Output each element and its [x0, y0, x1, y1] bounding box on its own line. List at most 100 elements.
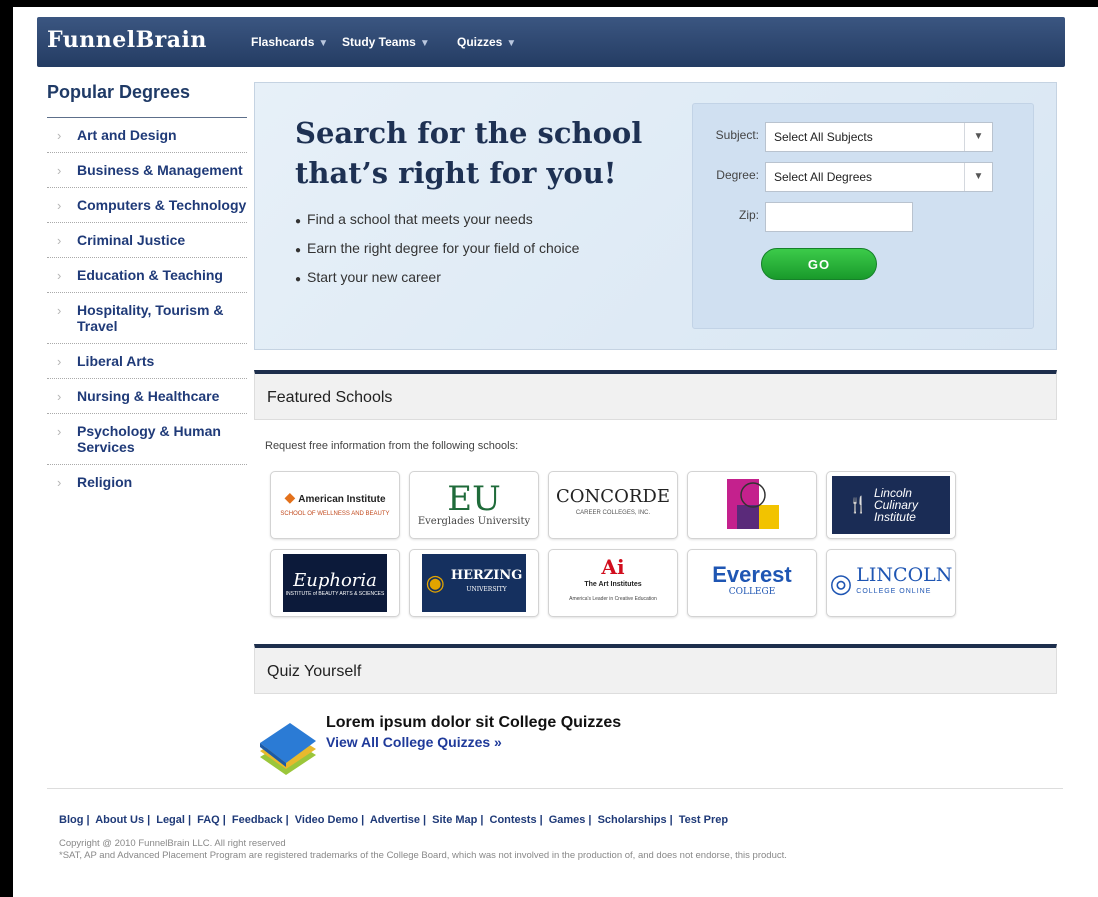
logo-subtitle: CAREER COLLEGES, INC.: [575, 510, 651, 516]
sidebar-item-hospitality[interactable]: › Hospitality, Tourism & Travel: [47, 293, 247, 344]
logo-subtitle: COLLEGE: [728, 586, 776, 597]
logo-text: HERZING UNIVERSITY: [450, 568, 523, 596]
sidebar-item-art-design[interactable]: › Art and Design: [47, 118, 247, 153]
sidebar-item-label: Nursing & Healthcare: [77, 388, 220, 404]
chevron-right-icon: ›: [57, 198, 62, 213]
footer-link-scholarships[interactable]: Scholarships: [598, 814, 667, 826]
top-nav: FunnelBrain Flashcards ▼ Study Teams ▼ Qui…: [37, 17, 1065, 67]
list-item: ● Earn the right degree for your field of…: [295, 240, 579, 256]
sidebar-item-psychology[interactable]: › Psychology & Human Services: [47, 414, 247, 465]
footer-link-faq[interactable]: FAQ: [197, 814, 220, 826]
logo-euphoria[interactable]: Euphoria INSTITUTE of BEAUTY ARTS & SCIE…: [270, 549, 400, 617]
bullet-icon: ●: [295, 216, 302, 227]
college-emblem-icon: [727, 479, 779, 529]
footer-link-test-prep[interactable]: Test Prep: [679, 814, 728, 826]
logo-herzing[interactable]: ◉ HERZING UNIVERSITY: [409, 549, 539, 617]
logo-text: Ai The Art Institutes America's Leader i…: [569, 557, 657, 605]
herzing-seal-icon: ◉: [425, 570, 445, 595]
footer-legal: Copyright @ 2010 FunnelBrain LLC. All ri…: [59, 838, 787, 862]
quiz-headline: Lorem ipsum dolor sit College Quizzes: [326, 714, 622, 731]
zip-input[interactable]: [765, 202, 913, 232]
footer-link-legal[interactable]: Legal: [156, 814, 185, 826]
logo-name: HERZING: [450, 568, 523, 583]
logo-college-emblem[interactable]: [687, 471, 817, 539]
footer-link-video-demo[interactable]: Video Demo: [295, 814, 358, 826]
chevron-right-icon: ›: [57, 303, 62, 318]
logo-art-institutes[interactable]: Ai The Art Institutes America's Leader i…: [548, 549, 678, 617]
view-all-quizzes-link[interactable]: View All College Quizzes »: [326, 734, 502, 750]
chevron-down-icon: ▼: [506, 38, 517, 49]
logo-lincoln-culinary[interactable]: 🍴 Lincoln Culinary Institute: [826, 471, 956, 539]
sidebar-item-religion[interactable]: › Religion: [47, 465, 247, 499]
chevron-down-icon: ▼: [419, 38, 430, 49]
list-item: ● Find a school that meets your needs: [295, 211, 579, 227]
search-form: Subject: Select All Subjects ▼ Degree: S…: [692, 103, 1034, 329]
nav-study-teams-label: Study Teams: [342, 35, 416, 49]
zip-label: Zip:: [738, 208, 759, 222]
ai-mark-icon: Ai: [601, 555, 625, 579]
logo-name: LINCOLN: [856, 563, 953, 586]
logo-panel: 🍴 Lincoln Culinary Institute: [832, 476, 950, 534]
subject-select[interactable]: Select All Subjects ▼: [765, 122, 993, 152]
copyright-text: Copyright @ 2010 FunnelBrain LLC. All ri…: [59, 838, 286, 849]
degree-select[interactable]: Select All Degrees ▼: [765, 162, 993, 192]
sidebar-item-nursing[interactable]: › Nursing & Healthcare: [47, 379, 247, 414]
logo-everest[interactable]: Everest COLLEGE: [687, 549, 817, 617]
chevron-down-icon: ▼: [318, 38, 329, 49]
quiz-yourself-header: Quiz Yourself: [254, 644, 1057, 694]
footer-link-contests[interactable]: Contests: [490, 814, 537, 826]
featured-schools-header: Featured Schools: [254, 370, 1057, 420]
sidebar-item-liberal-arts[interactable]: › Liberal Arts: [47, 344, 247, 379]
footer-link-about[interactable]: About Us: [95, 814, 144, 826]
logo-everglades[interactable]: EU Everglades University: [409, 471, 539, 539]
chevron-down-icon: ▼: [964, 163, 992, 191]
logo-name: Lincoln Culinary Institute: [873, 486, 918, 524]
degree-label: Degree:: [716, 168, 759, 182]
nav-study-teams[interactable]: Study Teams ▼: [342, 35, 430, 49]
separator: |: [669, 814, 673, 826]
bullet-text: Earn the right degree for your field of …: [307, 240, 580, 256]
footer-link-games[interactable]: Games: [549, 814, 586, 826]
lincoln-seal-icon: ◎: [829, 567, 853, 598]
logo-lincoln-online[interactable]: ◎ LINCOLN COLLEGE ONLINE: [826, 549, 956, 617]
utensils-icon: 🍴: [848, 497, 868, 514]
nav-quizzes[interactable]: Quizzes ▼: [457, 35, 516, 49]
sidebar-item-label: Business & Management: [77, 162, 243, 178]
chevron-right-icon: ›: [57, 389, 62, 404]
footer-link-feedback[interactable]: Feedback: [232, 814, 283, 826]
nav-flashcards-label: Flashcards: [251, 35, 315, 49]
sidebar-item-label: Hospitality, Tourism & Travel: [77, 302, 224, 334]
nav-flashcards[interactable]: Flashcards ▼: [251, 35, 328, 49]
logo-concorde[interactable]: CONCORDE CAREER COLLEGES, INC.: [548, 471, 678, 539]
logo-name: Everest: [712, 561, 792, 587]
separator: |: [423, 814, 427, 826]
logo-subtitle: Everglades University: [417, 515, 531, 527]
logo-text: LINCOLN COLLEGE ONLINE: [856, 565, 952, 598]
chevron-right-icon: ›: [57, 354, 62, 369]
sidebar-item-label: Psychology & Human Services: [77, 423, 221, 455]
subject-select-value: Select All Subjects: [774, 130, 873, 144]
bullet-text: Find a school that meets your needs: [307, 211, 533, 227]
list-item: ● Start your new career: [295, 269, 579, 285]
sidebar-item-business[interactable]: › Business & Management: [47, 153, 247, 188]
bullet-text: Start your new career: [307, 269, 441, 285]
logo-text: Everest COLLEGE: [712, 563, 792, 598]
sidebar-item-education[interactable]: › Education & Teaching: [47, 258, 247, 293]
logo-subtitle: SCHOOL OF WELLNESS AND BEAUTY: [280, 510, 390, 517]
logo-name: EU: [447, 478, 501, 519]
chevron-right-icon: ›: [57, 268, 62, 283]
nav-quizzes-label: Quizzes: [457, 35, 503, 49]
brand-logo[interactable]: FunnelBrain: [47, 27, 207, 53]
go-button[interactable]: GO: [761, 248, 877, 280]
footer-link-blog[interactable]: Blog: [59, 814, 83, 826]
separator: |: [86, 814, 90, 826]
logo-name: Euphoria: [293, 569, 377, 591]
footer-link-advertise[interactable]: Advertise: [370, 814, 420, 826]
logo-name: CONCORDE: [556, 486, 670, 507]
sidebar-item-label: Criminal Justice: [77, 232, 186, 248]
sidebar-item-criminal-justice[interactable]: › Criminal Justice: [47, 223, 247, 258]
footer-link-site-map[interactable]: Site Map: [432, 814, 477, 826]
separator: |: [147, 814, 151, 826]
logo-american-institute[interactable]: ◆ American Institute SCHOOL OF WELLNESS …: [270, 471, 400, 539]
sidebar-item-computers[interactable]: › Computers & Technology: [47, 188, 247, 223]
